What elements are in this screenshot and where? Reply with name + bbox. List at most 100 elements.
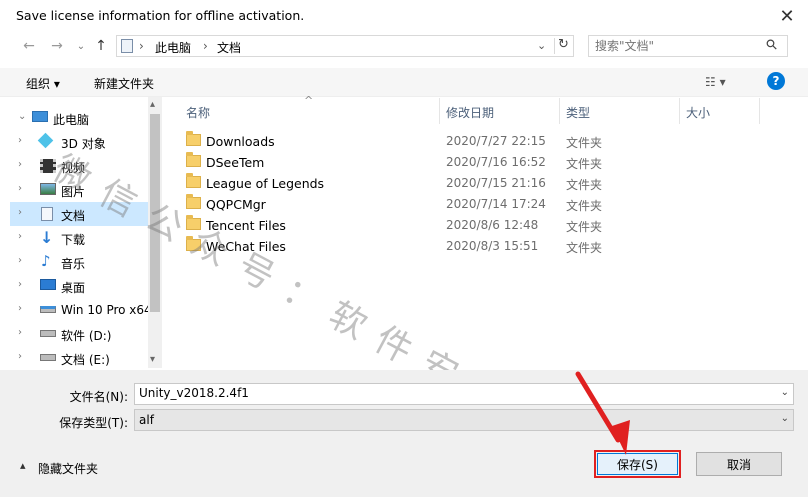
hide-folders-button[interactable]: 隐藏文件夹 [38, 460, 98, 477]
collapsed-chevron-icon: › [18, 279, 22, 290]
breadcrumb-this-pc[interactable]: 此电脑 [155, 39, 191, 56]
sidebar-item-music[interactable]: › ♪ 音乐 [10, 250, 150, 274]
column-divider[interactable] [559, 98, 560, 124]
filename-field[interactable]: ⌄ [134, 383, 794, 405]
chevron-down-icon[interactable]: ⌄ [781, 413, 789, 424]
collapsed-chevron-icon: › [18, 351, 22, 362]
recent-locations-button[interactable]: ⌄ [70, 35, 92, 57]
file-row[interactable]: Tencent Files 2020/8/6 12:48 文件夹 [178, 215, 768, 236]
forward-arrow-icon: → [51, 38, 63, 54]
view-options-button[interactable]: ☷ ▾ [705, 75, 726, 89]
sidebar-item-label: 音乐 [61, 257, 86, 271]
forward-button[interactable]: → [46, 35, 68, 57]
collapsed-chevron-icon: › [18, 255, 22, 266]
window-title: Save license information for offline act… [16, 8, 305, 23]
column-header-type[interactable]: 类型 [566, 104, 590, 121]
command-bar: 组织 ▾ 新建文件夹 ☷ ▾ ? [0, 68, 808, 97]
sidebar-item-pictures[interactable]: › 图片 [10, 178, 150, 202]
sidebar-item-drive-d[interactable]: › 软件 (D:) [10, 322, 150, 346]
title-bar: Save license information for offline act… [0, 0, 808, 32]
breadcrumb-documents[interactable]: 文档 [217, 39, 241, 56]
file-date: 2020/8/6 12:48 [446, 218, 539, 232]
search-input[interactable] [595, 38, 755, 54]
column-header-date[interactable]: 修改日期 [446, 104, 494, 121]
file-row[interactable]: WeChat Files 2020/8/3 15:51 文件夹 [178, 236, 768, 257]
sidebar-item-label: 文档 (E:) [61, 353, 110, 367]
back-button[interactable]: ← [18, 35, 40, 57]
sidebar-item-drive-e[interactable]: › 文档 (E:) [10, 346, 150, 368]
filetype-label: 保存类型(T): [59, 416, 128, 430]
search-icon[interactable]: ⚲ [763, 36, 782, 55]
collapsed-chevron-icon: › [18, 207, 22, 218]
scroll-down-icon[interactable]: ▾ [150, 354, 155, 365]
file-row[interactable]: QQPCMgr 2020/7/14 17:24 文件夹 [178, 194, 768, 215]
folder-icon [186, 173, 201, 188]
cancel-button[interactable]: 取消 [696, 452, 782, 476]
expanded-chevron-icon: ⌄ [18, 111, 27, 122]
address-dropdown-icon[interactable]: ⌄ [537, 39, 546, 52]
file-type: 文件夹 [566, 241, 603, 255]
scroll-up-icon[interactable]: ▴ [150, 99, 155, 110]
chevron-down-icon: ⌄ [76, 40, 86, 52]
column-header-size[interactable]: 大小 [686, 104, 710, 121]
filetype-select[interactable]: alf ⌄ [134, 409, 794, 431]
chevron-down-icon[interactable]: ⌄ [781, 387, 789, 398]
folder-icon [186, 194, 201, 209]
file-type: 文件夹 [566, 136, 603, 150]
collapsed-chevron-icon: › [18, 135, 22, 146]
save-form-panel: 文件名(N): ⌄ 保存类型(T): alf ⌄ ▴ 隐藏文件夹 保存(S) 取… [0, 370, 808, 497]
column-divider[interactable] [679, 98, 680, 124]
sidebar-item-drive-c[interactable]: › Win 10 Pro x64 [10, 298, 152, 322]
sidebar-item-label: 视频 [61, 161, 86, 175]
file-name: Tencent Files [206, 218, 286, 233]
navigation-pane: ⌄ 此电脑 › 3D 对象 › 视频 › 图片 › 文档 › ↓ 下载 › ♪ … [10, 97, 162, 368]
file-list-header: 名称 ^ 修改日期 类型 大小 [178, 94, 768, 124]
desktop-icon [40, 279, 56, 290]
download-icon: ↓ [40, 228, 54, 247]
breadcrumb-separator: › [203, 39, 208, 53]
filename-input[interactable] [139, 386, 739, 400]
documents-icon [41, 207, 53, 221]
file-type: 文件夹 [566, 220, 603, 234]
collapse-icon[interactable]: ▴ [20, 459, 26, 472]
column-header-name[interactable]: 名称 [186, 104, 210, 121]
column-divider[interactable] [439, 98, 440, 124]
sidebar-item-documents[interactable]: › 文档 [10, 202, 150, 226]
up-button[interactable]: ↑ [90, 35, 112, 57]
file-date: 2020/7/15 21:16 [446, 176, 546, 190]
sidebar-scrollbar-thumb[interactable] [150, 114, 160, 312]
help-icon[interactable]: ? [767, 72, 785, 90]
sidebar-item-this-pc[interactable]: ⌄ 此电脑 [10, 106, 150, 130]
collapsed-chevron-icon: › [18, 327, 22, 338]
refresh-icon[interactable]: ↻ [558, 37, 569, 52]
drive-icon [40, 330, 56, 337]
file-name: DSeeTem [206, 155, 265, 170]
collapsed-chevron-icon: › [18, 183, 22, 194]
sidebar-item-3d-objects[interactable]: › 3D 对象 [10, 130, 150, 154]
up-arrow-icon: ↑ [95, 38, 107, 54]
sidebar-item-videos[interactable]: › 视频 [10, 154, 150, 178]
annotation-arrow-icon [575, 371, 630, 455]
close-button[interactable]: ✕ [766, 0, 808, 32]
sidebar-item-downloads[interactable]: › ↓ 下载 [10, 226, 150, 250]
sidebar-item-label: 图片 [61, 185, 86, 199]
sidebar-item-label: 桌面 [61, 281, 86, 295]
new-folder-button[interactable]: 新建文件夹 [94, 75, 154, 92]
folder-icon [186, 131, 201, 146]
file-row[interactable]: DSeeTem 2020/7/16 16:52 文件夹 [178, 152, 768, 173]
folder-icon [186, 152, 201, 167]
column-divider[interactable] [759, 98, 760, 124]
file-row[interactable]: League of Legends 2020/7/15 21:16 文件夹 [178, 173, 768, 194]
address-bar[interactable]: › 此电脑 › 文档 ⌄ ↻ [116, 35, 574, 57]
organize-button[interactable]: 组织 ▾ [26, 75, 60, 92]
sidebar-item-label: 软件 (D:) [61, 329, 112, 343]
sidebar-item-desktop[interactable]: › 桌面 [10, 274, 150, 298]
file-type: 文件夹 [566, 157, 603, 171]
file-type: 文件夹 [566, 178, 603, 192]
folder-icon [186, 215, 201, 230]
sidebar-item-label: 文档 [61, 209, 86, 223]
file-row[interactable]: Downloads 2020/7/27 22:15 文件夹 [178, 131, 768, 152]
back-arrow-icon: ← [23, 38, 35, 54]
search-box[interactable]: ⚲ [588, 35, 788, 57]
drive-icon [40, 354, 56, 361]
